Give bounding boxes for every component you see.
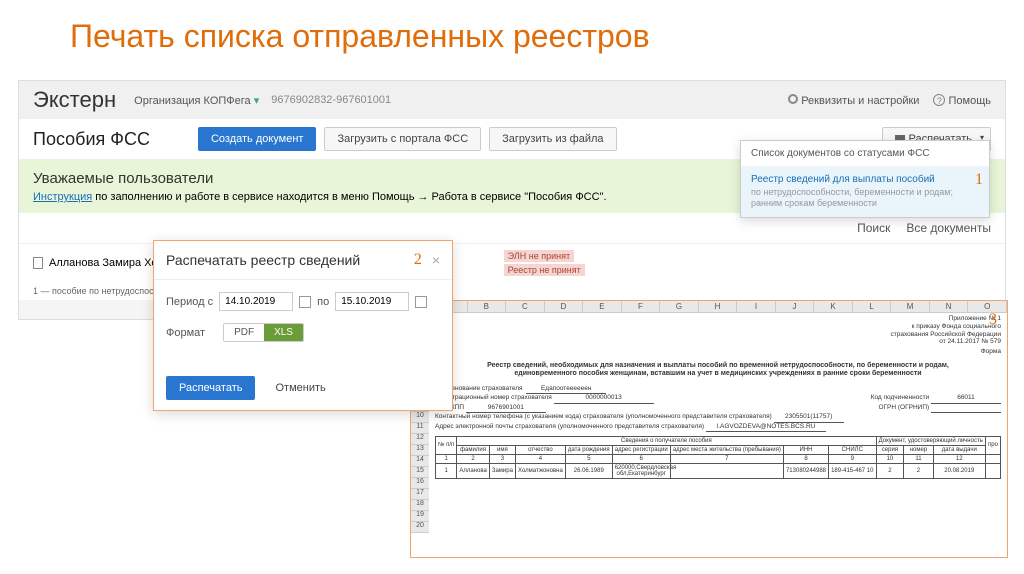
slide-title: Печать списка отправленных реестров [0,0,1024,69]
step-badge-3: 3 [989,311,997,329]
modal-title: Распечатать реестр сведений [166,252,360,268]
dropdown-item-subtitle: по нетрудоспособности, беременности и ро… [751,187,979,209]
settings-label: Реквизиты и настройки [801,95,919,107]
excel-preview: 3 ABCDEFGHIJKLMNO 1234567891011121314151… [410,300,1008,558]
excel-table: № п/п Сведения о получателе пособия Доку… [435,436,1001,479]
app-brand: Экстерн [33,87,116,113]
page-title: Пособия ФСС [33,129,150,150]
dropdown-item-status-list[interactable]: Список документов со статусами ФСС [741,141,989,167]
date-to-input[interactable] [335,292,409,311]
calendar-icon[interactable] [299,296,311,308]
cancel-button[interactable]: Отменить [263,376,337,400]
load-from-file-button[interactable]: Загрузить из файла [489,127,616,151]
step-badge-1: 1 [975,171,983,189]
status-tags: ЭЛН не принят Реестр не принят [504,250,585,276]
search-link[interactable]: Поиск [857,221,890,235]
dropdown-item-title: Реестр сведений для выплаты пособий [751,174,979,185]
format-pdf-option[interactable]: PDF [224,324,264,341]
format-xls-option[interactable]: XLS [264,324,303,341]
close-icon[interactable]: × [432,252,440,268]
notice-text: по заполнению и работе в сервисе находит… [92,191,606,203]
create-document-button[interactable]: Создать документ [198,127,317,151]
org-selector[interactable]: Организация КОПФега ▾ [134,94,259,107]
print-registry-modal: Распечатать реестр сведений 2 × Период с… [153,240,453,411]
excel-doc-title: Реестр сведений, необходимых для назначе… [455,362,981,379]
help-link[interactable]: ? Помощь [933,94,991,107]
excel-appendix: Приложение № 1 к приказу Фонда социально… [435,315,1001,356]
help-icon: ? [933,94,945,106]
gear-icon [788,94,798,104]
period-from-label: Период с [166,296,213,308]
status-badge: ЭЛН не принят [504,250,574,262]
settings-link[interactable]: Реквизиты и настройки [788,94,919,107]
all-documents-link[interactable]: Все документы [906,221,991,235]
format-label: Формат [166,327,205,339]
table-row: 1 Алланова Замира Холматжоновна 26.06.19… [436,463,1001,478]
document-icon [33,257,43,269]
date-from-input[interactable] [219,292,293,311]
status-badge: Реестр не принят [504,264,585,276]
format-toggle: PDF XLS [223,323,304,342]
org-code: 9676902832-967601001 [271,94,391,106]
print-dropdown-menu: Список документов со статусами ФСС Реест… [740,140,990,218]
excel-column-headers: ABCDEFGHIJKLMNO [411,301,1007,313]
step-badge-2: 2 [414,251,422,269]
excel-fields: Наименование страхователя Едапоотеееееен… [435,385,1001,432]
period-to-label: по [317,296,329,308]
document-name: Алланова Замира Хол [49,257,164,269]
help-label: Помощь [949,95,992,107]
instruction-link[interactable]: Инструкция [33,191,92,203]
chevron-down-icon: ▾ [254,95,260,107]
excel-content: Приложение № 1 к приказу Фонда социально… [429,313,1007,533]
calendar-icon[interactable] [415,296,427,308]
load-from-portal-button[interactable]: Загрузить с портала ФСС [324,127,481,151]
print-button[interactable]: Распечатать [166,376,255,400]
dropdown-item-registry[interactable]: Реестр сведений для выплаты пособий по н… [741,167,989,217]
org-label: Организация КОПФега [134,95,251,107]
app-topbar: Экстерн Организация КОПФега ▾ 9676902832… [19,81,1005,119]
